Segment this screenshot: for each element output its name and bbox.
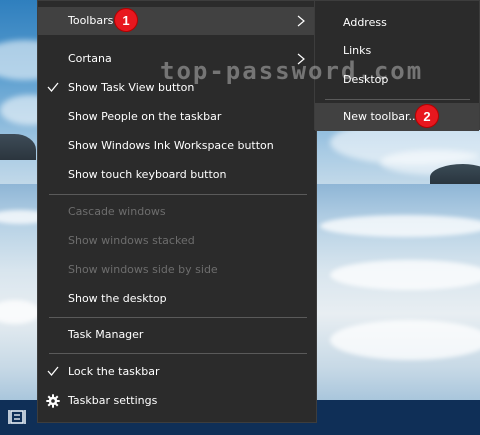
wallpaper-wave <box>330 260 480 290</box>
submenu-item-links[interactable]: Links <box>315 37 479 65</box>
menu-item-toolbars[interactable]: Toolbars <box>38 7 316 35</box>
menu-item-show-touch-keyboard[interactable]: Show touch keyboard button <box>38 161 316 189</box>
menu-item-label: Task Manager <box>68 328 144 341</box>
menu-item-label: Show Task View button <box>68 81 195 94</box>
menu-item-label: Cascade windows <box>68 205 166 218</box>
menu-item-label: Lock the taskbar <box>68 365 160 378</box>
chevron-right-icon <box>297 53 305 65</box>
submenu-item-label: New toolbar... <box>343 110 420 123</box>
wallpaper-wave <box>330 320 480 360</box>
step-badge-2: 2 <box>416 105 438 127</box>
menu-item-show-windows-stacked: Show windows stacked <box>38 227 316 255</box>
gear-icon <box>46 394 60 408</box>
submenu-item-address[interactable]: Address <box>315 9 479 37</box>
menu-item-label: Show Windows Ink Workspace button <box>68 139 274 152</box>
taskbar-context-menu: Toolbars Cortana Show Task View button S… <box>37 0 317 423</box>
menu-item-lock-taskbar[interactable]: Lock the taskbar <box>38 358 316 386</box>
menu-item-label: Show the desktop <box>68 292 167 305</box>
submenu-item-new-toolbar[interactable]: New toolbar... <box>315 103 479 131</box>
menu-item-show-windows-ink[interactable]: Show Windows Ink Workspace button <box>38 132 316 160</box>
menu-separator <box>49 353 307 354</box>
submenu-separator <box>325 99 470 100</box>
menu-item-label: Toolbars <box>68 14 114 27</box>
chevron-right-icon <box>297 15 305 27</box>
task-view-icon[interactable] <box>8 408 26 426</box>
step-badge-1: 1 <box>115 9 137 31</box>
menu-item-cascade-windows: Cascade windows <box>38 198 316 226</box>
menu-item-show-people[interactable]: Show People on the taskbar <box>38 103 316 131</box>
menu-separator <box>49 194 307 195</box>
menu-item-label: Show windows side by side <box>68 263 218 276</box>
menu-item-show-windows-side-by-side: Show windows side by side <box>38 256 316 284</box>
menu-item-label: Cortana <box>68 52 112 65</box>
menu-item-show-task-view-button[interactable]: Show Task View button <box>38 74 316 102</box>
check-icon <box>47 82 59 93</box>
menu-item-show-desktop[interactable]: Show the desktop <box>38 285 316 313</box>
submenu-item-desktop[interactable]: Desktop <box>315 66 479 94</box>
menu-item-label: Show People on the taskbar <box>68 110 222 123</box>
check-icon <box>47 366 59 377</box>
menu-item-cortana[interactable]: Cortana <box>38 45 316 73</box>
wallpaper-wave <box>320 215 480 237</box>
menu-item-task-manager[interactable]: Task Manager <box>38 321 316 349</box>
menu-item-taskbar-settings[interactable]: Taskbar settings <box>38 387 316 415</box>
submenu-item-label: Links <box>343 44 372 57</box>
submenu-item-label: Desktop <box>343 73 389 86</box>
menu-item-label: Taskbar settings <box>68 394 158 407</box>
menu-item-label: Show windows stacked <box>68 234 195 247</box>
menu-item-label: Show touch keyboard button <box>68 168 227 181</box>
menu-separator <box>49 317 307 318</box>
submenu-item-label: Address <box>343 16 387 29</box>
toolbars-submenu: Address Links Desktop New toolbar... <box>314 0 480 131</box>
